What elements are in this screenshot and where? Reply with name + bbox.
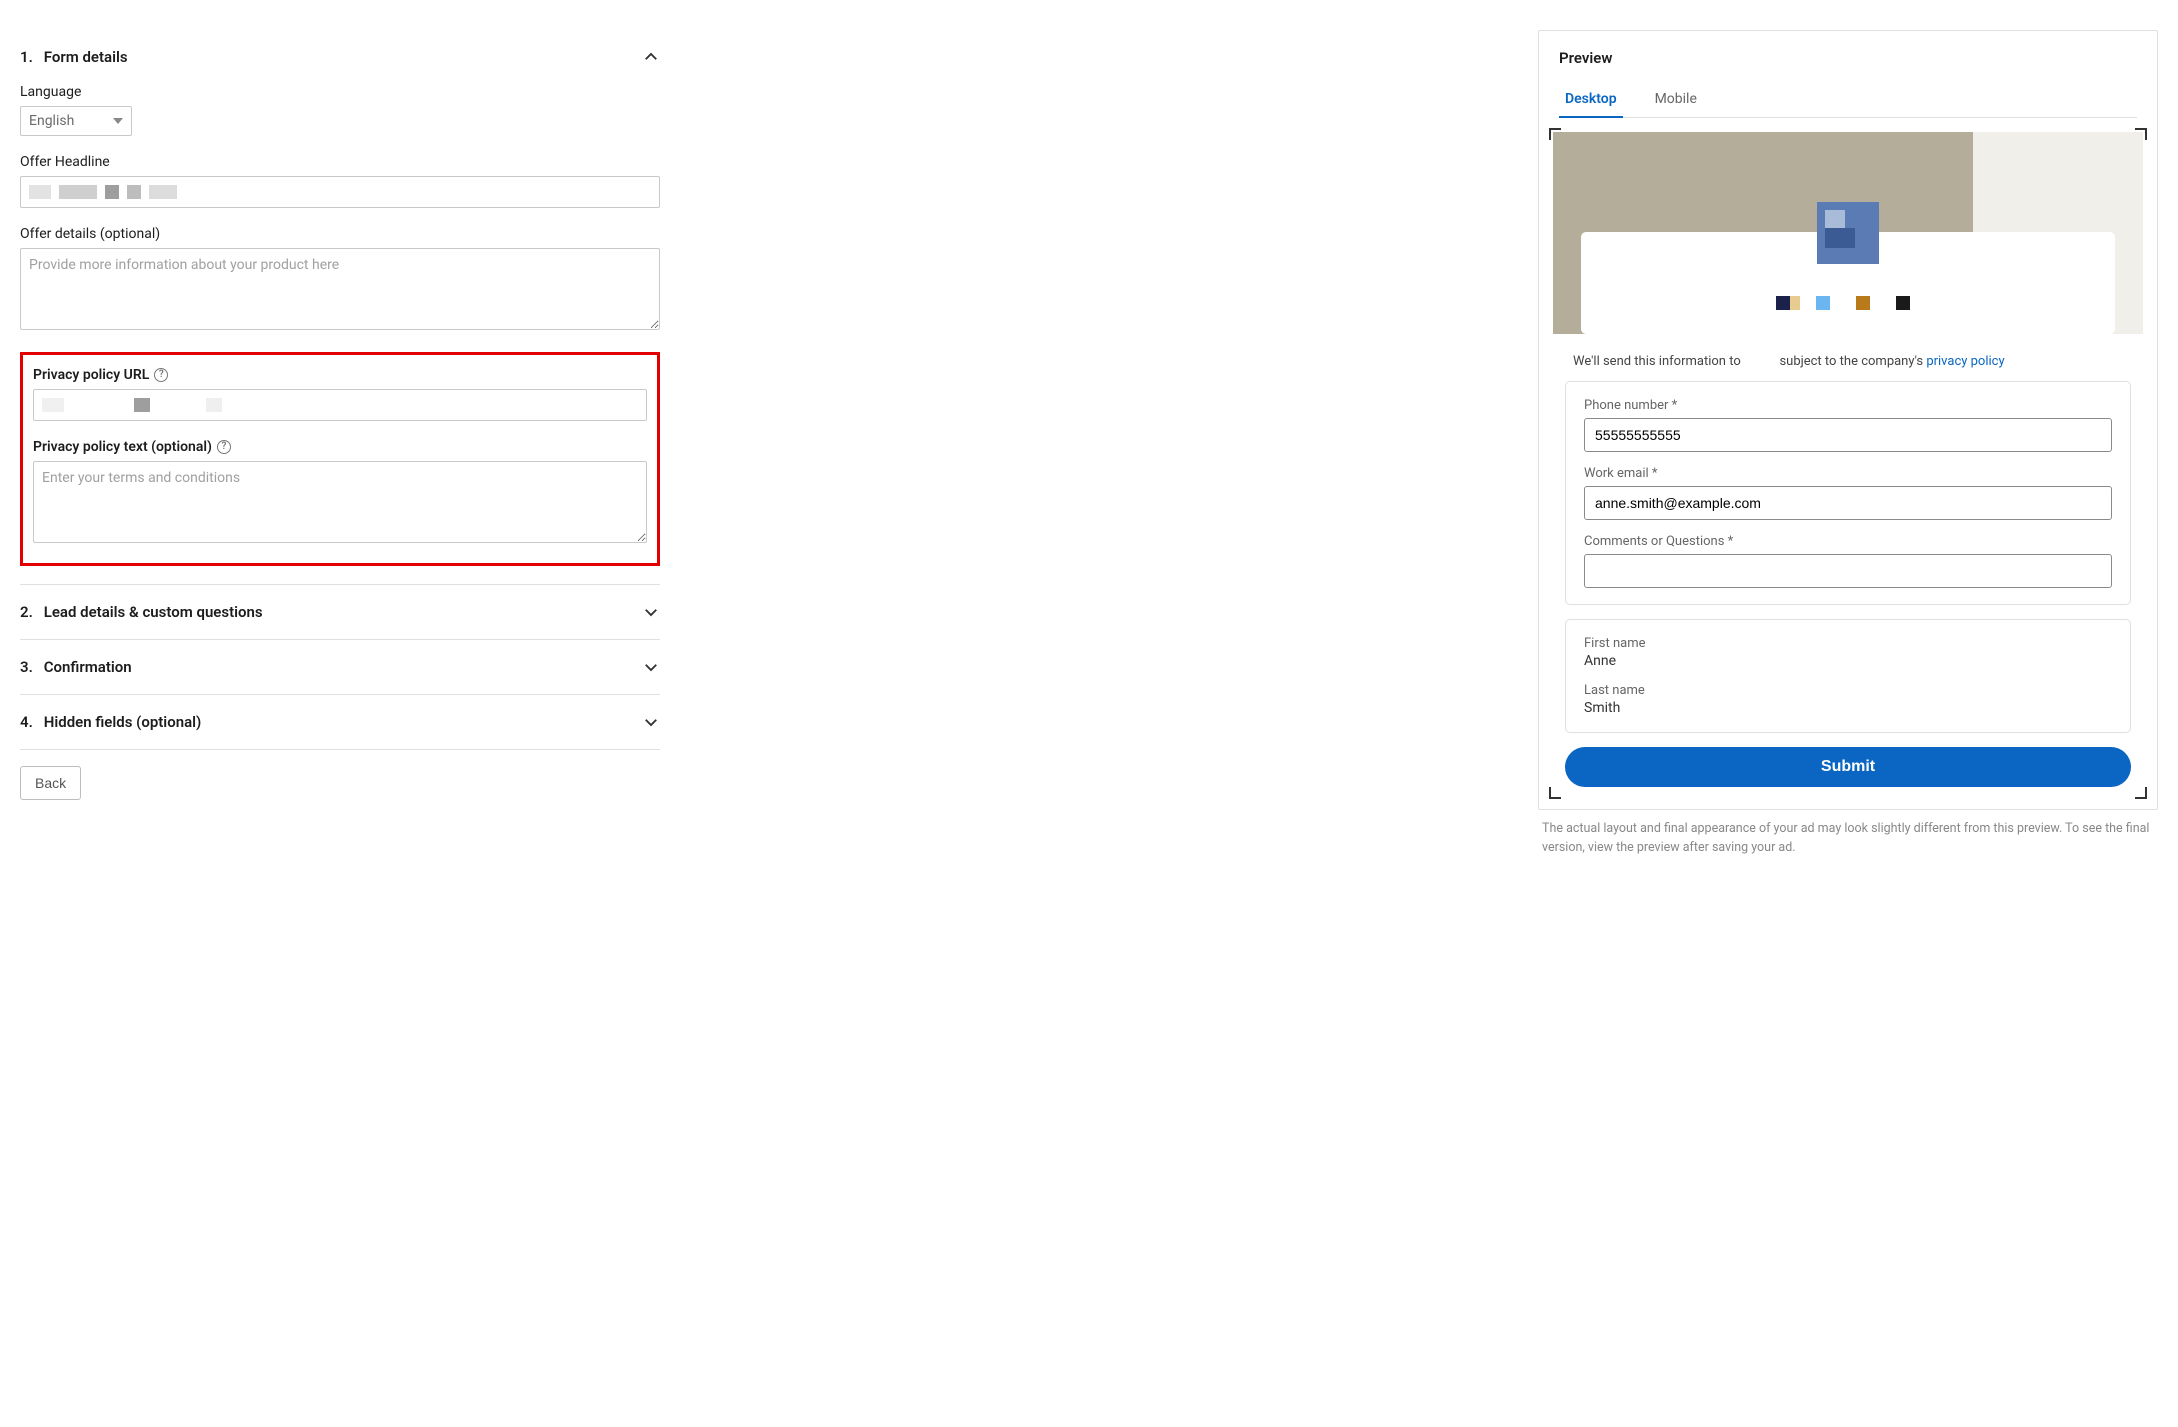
section-number: 2. (20, 603, 40, 621)
preview-info-text: We'll send this information to subject t… (1549, 338, 2147, 381)
language-select[interactable]: English (20, 106, 132, 136)
offer-headline-input[interactable] (20, 176, 660, 208)
lastname-value: Smith (1584, 700, 2112, 716)
help-icon[interactable]: ? (154, 368, 168, 382)
section-lead-details[interactable]: 2. Lead details & custom questions (20, 585, 660, 639)
preview-pane: Preview Desktop Mobile (1538, 30, 2158, 810)
preview-banner (1553, 132, 2143, 334)
privacy-policy-link[interactable]: privacy policy (1926, 354, 2004, 369)
comments-label: Comments or Questions * (1584, 534, 2112, 549)
phone-label: Phone number * (1584, 398, 2112, 413)
preview-title: Preview (1559, 49, 2137, 67)
company-logo (1817, 202, 1879, 264)
offer-headline-label: Offer Headline (20, 154, 660, 170)
section-title: Confirmation (44, 658, 132, 676)
comments-input[interactable] (1584, 554, 2112, 588)
preview-footnote: The actual layout and final appearance o… (1538, 810, 2158, 858)
section-confirmation[interactable]: 3. Confirmation (20, 640, 660, 694)
preview-form-card: Phone number * Work email * Comments or … (1565, 381, 2131, 605)
brand-swatches (1601, 296, 2095, 310)
offer-details-label: Offer details (optional) (20, 226, 660, 242)
submit-button[interactable]: Submit (1565, 747, 2131, 787)
email-label: Work email * (1584, 466, 2112, 481)
chevron-down-icon (642, 603, 660, 621)
phone-input[interactable] (1584, 418, 2112, 452)
section-title: Form details (44, 48, 128, 66)
caret-down-icon (113, 118, 123, 124)
email-input[interactable] (1584, 486, 2112, 520)
language-value: English (29, 113, 74, 129)
help-icon[interactable]: ? (217, 440, 231, 454)
crop-corner-icon (1549, 787, 1561, 799)
section-number: 1. (20, 48, 40, 66)
privacy-highlight-box: Privacy policy URL ? (20, 352, 660, 566)
language-label: Language (20, 84, 660, 100)
crop-corner-icon (2135, 787, 2147, 799)
privacy-text-label: Privacy policy text (optional) ? (33, 439, 647, 455)
section-number: 3. (20, 658, 40, 676)
chevron-down-icon (642, 658, 660, 676)
preview-static-card: First name Anne Last name Smith (1565, 619, 2131, 733)
offer-details-textarea[interactable] (20, 248, 660, 330)
firstname-value: Anne (1584, 653, 2112, 669)
lastname-label: Last name (1584, 683, 2112, 698)
tab-desktop[interactable]: Desktop (1559, 83, 1623, 117)
privacy-url-label: Privacy policy URL ? (33, 367, 647, 383)
chevron-down-icon (642, 713, 660, 731)
privacy-url-input[interactable] (33, 389, 647, 421)
section-title: Hidden fields (optional) (44, 713, 202, 731)
tab-mobile[interactable]: Mobile (1649, 83, 1703, 117)
firstname-label: First name (1584, 636, 2112, 651)
back-button[interactable]: Back (20, 766, 81, 800)
section-title: Lead details & custom questions (44, 603, 263, 621)
privacy-text-textarea[interactable] (33, 461, 647, 543)
chevron-up-icon (642, 48, 660, 66)
section-hidden-fields[interactable]: 4. Hidden fields (optional) (20, 695, 660, 749)
section-number: 4. (20, 713, 40, 731)
section-form-details[interactable]: 1. Form details (20, 30, 660, 84)
